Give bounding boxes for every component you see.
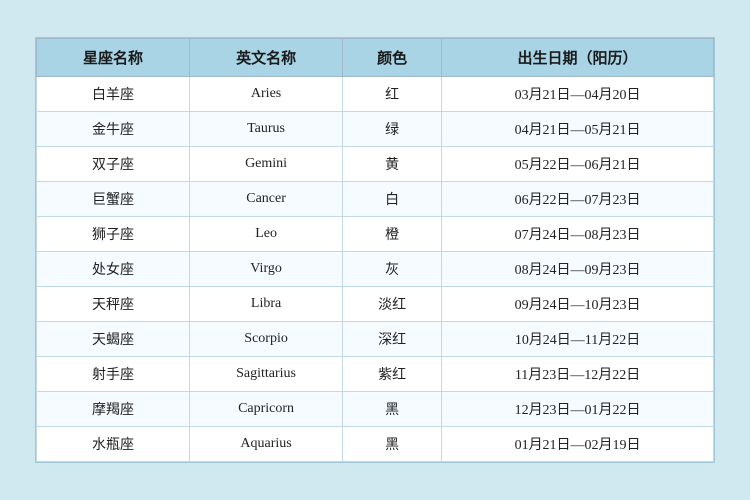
zodiac-table: 星座名称 英文名称 颜色 出生日期（阳历） 白羊座Aries红03月21日—04… bbox=[36, 38, 714, 462]
table-row: 射手座Sagittarius紫红11月23日—12月22日 bbox=[37, 357, 714, 392]
cell-english-name: Cancer bbox=[190, 182, 343, 217]
header-dates: 出生日期（阳历） bbox=[442, 39, 714, 77]
cell-chinese-name: 处女座 bbox=[37, 252, 190, 287]
cell-color: 白 bbox=[343, 182, 442, 217]
cell-chinese-name: 天蝎座 bbox=[37, 322, 190, 357]
table-row: 巨蟹座Cancer白06月22日—07月23日 bbox=[37, 182, 714, 217]
table-row: 摩羯座Capricorn黑12月23日—01月22日 bbox=[37, 392, 714, 427]
table-row: 金牛座Taurus绿04月21日—05月21日 bbox=[37, 112, 714, 147]
table-row: 狮子座Leo橙07月24日—08月23日 bbox=[37, 217, 714, 252]
cell-dates: 11月23日—12月22日 bbox=[442, 357, 714, 392]
cell-english-name: Leo bbox=[190, 217, 343, 252]
cell-chinese-name: 双子座 bbox=[37, 147, 190, 182]
cell-english-name: Libra bbox=[190, 287, 343, 322]
header-chinese-name: 星座名称 bbox=[37, 39, 190, 77]
cell-dates: 04月21日—05月21日 bbox=[442, 112, 714, 147]
cell-dates: 06月22日—07月23日 bbox=[442, 182, 714, 217]
cell-chinese-name: 白羊座 bbox=[37, 77, 190, 112]
cell-dates: 10月24日—11月22日 bbox=[442, 322, 714, 357]
cell-color: 橙 bbox=[343, 217, 442, 252]
cell-english-name: Taurus bbox=[190, 112, 343, 147]
cell-color: 深红 bbox=[343, 322, 442, 357]
table-row: 白羊座Aries红03月21日—04月20日 bbox=[37, 77, 714, 112]
cell-english-name: Sagittarius bbox=[190, 357, 343, 392]
cell-chinese-name: 狮子座 bbox=[37, 217, 190, 252]
cell-chinese-name: 摩羯座 bbox=[37, 392, 190, 427]
header-color: 颜色 bbox=[343, 39, 442, 77]
cell-color: 黄 bbox=[343, 147, 442, 182]
cell-english-name: Aries bbox=[190, 77, 343, 112]
cell-english-name: Gemini bbox=[190, 147, 343, 182]
zodiac-table-container: 星座名称 英文名称 颜色 出生日期（阳历） 白羊座Aries红03月21日—04… bbox=[35, 37, 715, 463]
cell-color: 黑 bbox=[343, 427, 442, 462]
cell-dates: 07月24日—08月23日 bbox=[442, 217, 714, 252]
cell-color: 紫红 bbox=[343, 357, 442, 392]
cell-english-name: Virgo bbox=[190, 252, 343, 287]
cell-english-name: Aquarius bbox=[190, 427, 343, 462]
cell-color: 黑 bbox=[343, 392, 442, 427]
cell-chinese-name: 水瓶座 bbox=[37, 427, 190, 462]
cell-color: 绿 bbox=[343, 112, 442, 147]
cell-chinese-name: 天秤座 bbox=[37, 287, 190, 322]
cell-dates: 08月24日—09月23日 bbox=[442, 252, 714, 287]
table-row: 处女座Virgo灰08月24日—09月23日 bbox=[37, 252, 714, 287]
cell-chinese-name: 射手座 bbox=[37, 357, 190, 392]
cell-english-name: Capricorn bbox=[190, 392, 343, 427]
cell-color: 灰 bbox=[343, 252, 442, 287]
table-row: 水瓶座Aquarius黑01月21日—02月19日 bbox=[37, 427, 714, 462]
cell-dates: 03月21日—04月20日 bbox=[442, 77, 714, 112]
cell-dates: 09月24日—10月23日 bbox=[442, 287, 714, 322]
cell-dates: 01月21日—02月19日 bbox=[442, 427, 714, 462]
cell-english-name: Scorpio bbox=[190, 322, 343, 357]
table-row: 天秤座Libra淡红09月24日—10月23日 bbox=[37, 287, 714, 322]
cell-dates: 12月23日—01月22日 bbox=[442, 392, 714, 427]
header-english-name: 英文名称 bbox=[190, 39, 343, 77]
table-row: 天蝎座Scorpio深红10月24日—11月22日 bbox=[37, 322, 714, 357]
cell-dates: 05月22日—06月21日 bbox=[442, 147, 714, 182]
cell-color: 淡红 bbox=[343, 287, 442, 322]
cell-chinese-name: 金牛座 bbox=[37, 112, 190, 147]
table-header-row: 星座名称 英文名称 颜色 出生日期（阳历） bbox=[37, 39, 714, 77]
table-row: 双子座Gemini黄05月22日—06月21日 bbox=[37, 147, 714, 182]
table-body: 白羊座Aries红03月21日—04月20日金牛座Taurus绿04月21日—0… bbox=[37, 77, 714, 462]
cell-chinese-name: 巨蟹座 bbox=[37, 182, 190, 217]
cell-color: 红 bbox=[343, 77, 442, 112]
